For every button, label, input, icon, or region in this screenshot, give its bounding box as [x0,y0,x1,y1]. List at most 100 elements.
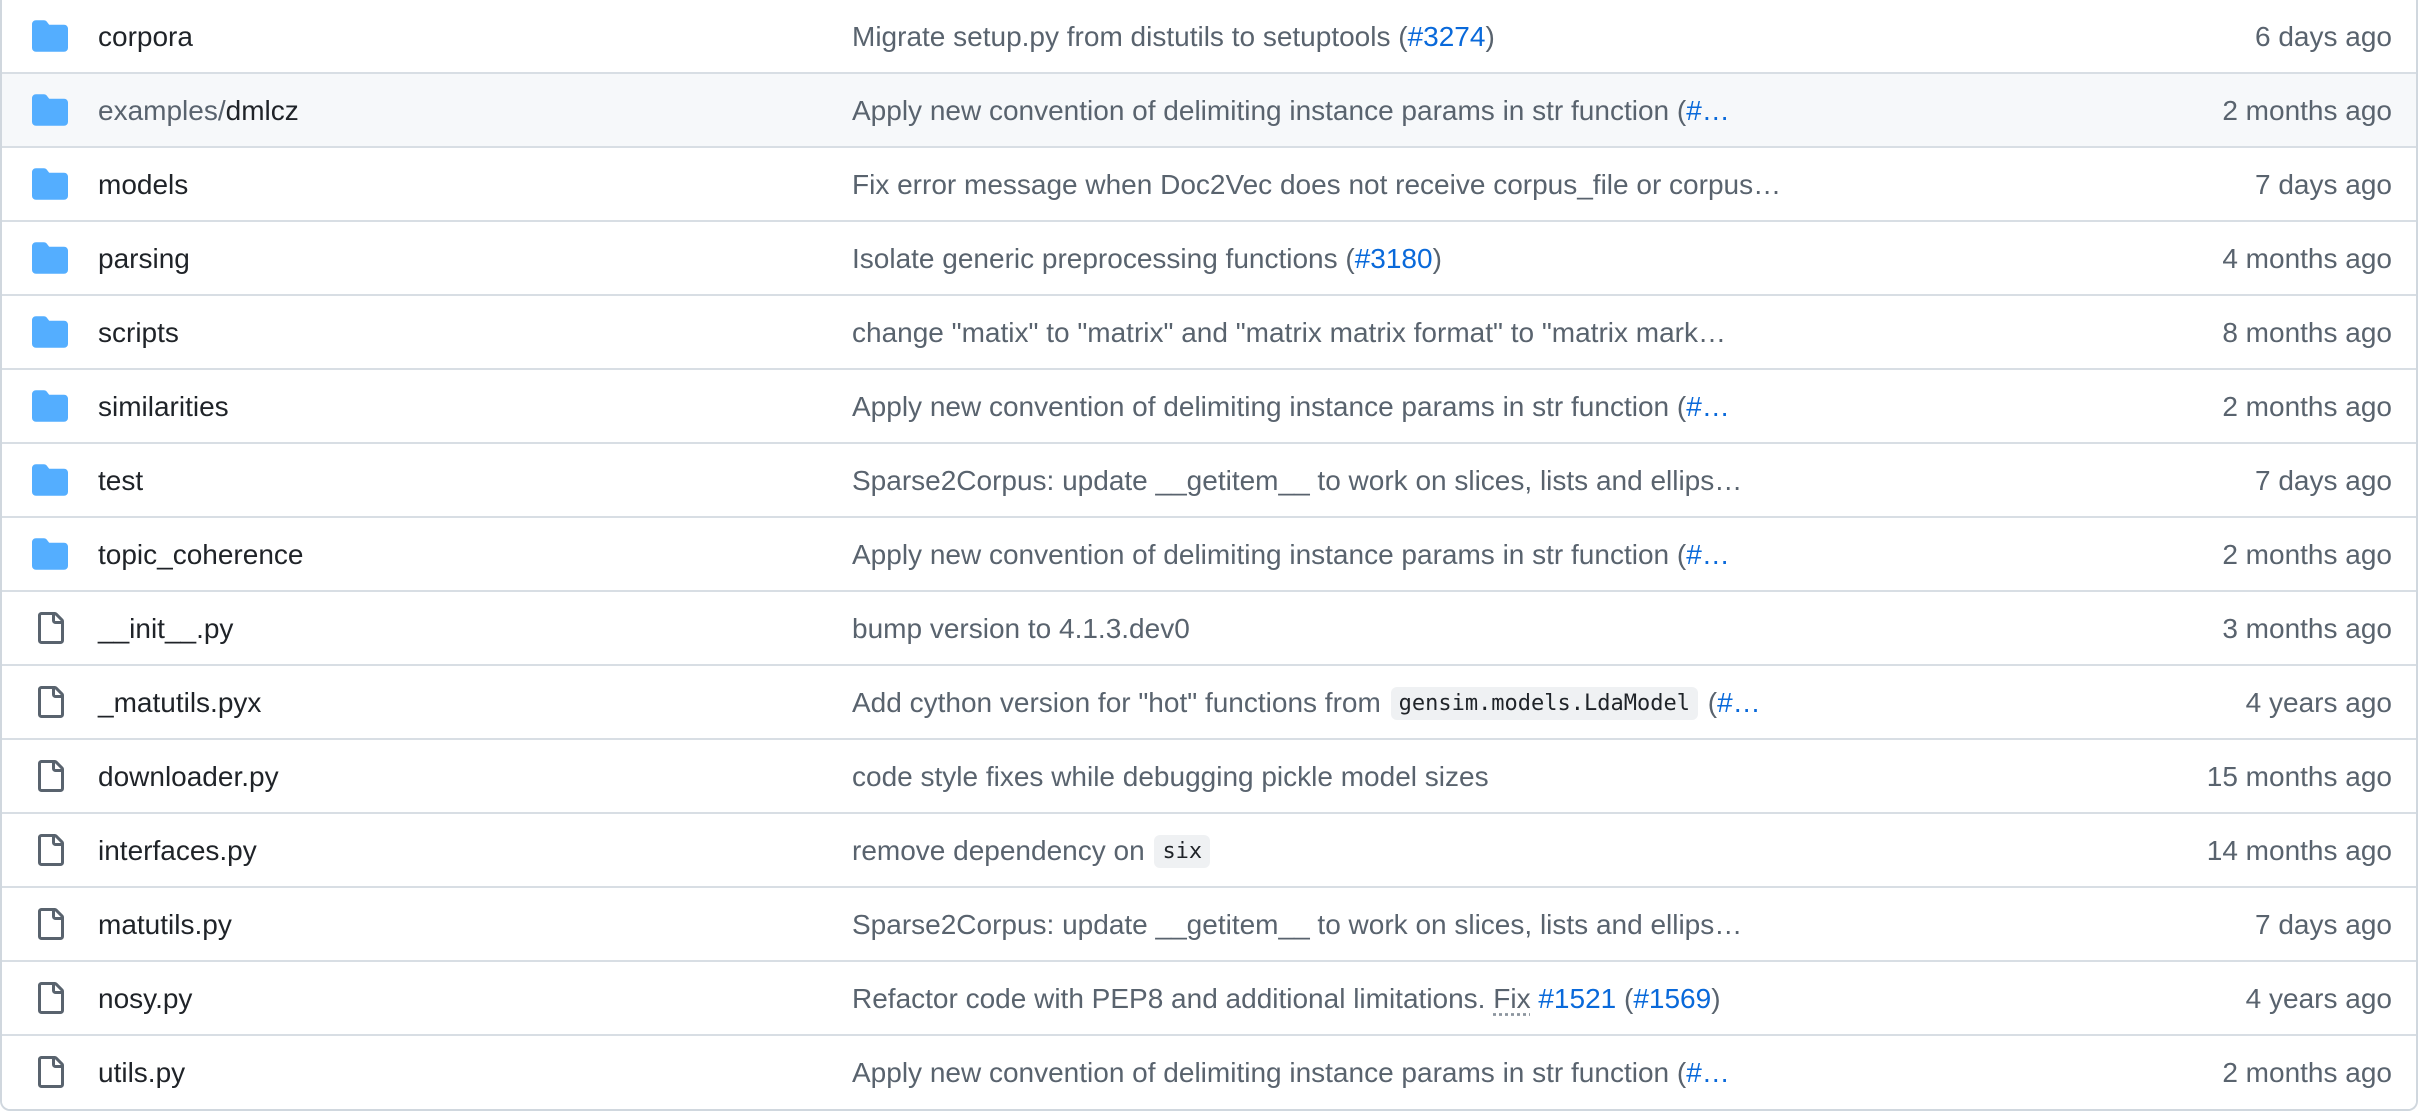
commit-message-text: Apply new convention of delimiting insta… [852,1057,1687,1088]
file-list-table: corpora Migrate setup.py from distutils … [0,0,2418,1111]
folder-icon [32,390,68,422]
folder-icon [32,316,68,348]
commit-age: 4 months ago [2222,243,2392,274]
commit-message-text: Isolate generic preprocessing functions … [852,243,1355,274]
file-row-topic-coherence[interactable]: topic_coherence Apply new convention of … [2,518,2416,592]
commit-message-link[interactable]: Fix error message when Doc2Vec does not … [852,169,1781,201]
commit-age: 4 years ago [2245,983,2392,1014]
commit-message-text: ( [1616,983,1634,1014]
file-icon [32,834,68,866]
commit-message-text: Apply new convention of delimiting insta… [852,539,1687,570]
folder-icon [32,538,68,570]
inline-code: gensim.models.LdaModel [1390,687,1698,720]
file-icon [32,612,68,644]
folder-icon [32,242,68,274]
file-name-link[interactable]: corpora [98,21,193,53]
pull-request-link[interactable]: #… [1686,539,1730,570]
file-name-link[interactable]: examples/dmlcz [98,95,299,127]
commit-age: 7 days ago [2255,169,2392,200]
commit-message-link[interactable]: Sparse2Corpus: update __getitem__ to wor… [852,465,1742,497]
folder-icon [32,464,68,496]
file-row-parsing[interactable]: parsing Isolate generic preprocessing fu… [2,222,2416,296]
commit-message-text: Add cython version for "hot" functions f… [852,687,1389,718]
file-row-examples-dmlcz[interactable]: examples/dmlcz Apply new convention of d… [2,74,2416,148]
file-icon [32,760,68,792]
file-row-scripts[interactable]: scripts change "matix" to "matrix" and "… [2,296,2416,370]
commit-message-link[interactable]: code style fixes while debugging pickle … [852,761,1489,793]
file-name-link[interactable]: scripts [98,317,179,349]
commit-message-text: bump version to 4.1.3.dev0 [852,613,1190,644]
pull-request-link[interactable]: #3274 [1408,21,1486,52]
issue-link[interactable]: #1521 [1538,983,1616,1014]
commit-message-text: change "matix" to "matrix" and "matrix m… [852,317,1727,348]
file-row-test[interactable]: test Sparse2Corpus: update __getitem__ t… [2,444,2416,518]
commit-message-link[interactable]: bump version to 4.1.3.dev0 [852,613,1190,645]
commit-age: 7 days ago [2255,465,2392,496]
file-name-link[interactable]: nosy.py [98,983,192,1015]
commit-message-link[interactable]: Refactor code with PEP8 and additional l… [852,983,1721,1015]
folder-icon [32,20,68,52]
file-name-link[interactable]: utils.py [98,1057,185,1089]
pull-request-link[interactable]: #1569 [1633,983,1711,1014]
file-icon [32,982,68,1014]
file-icon [32,686,68,718]
commit-age: 2 months ago [2222,1057,2392,1088]
file-name-link[interactable]: parsing [98,243,190,275]
file-row-corpora[interactable]: corpora Migrate setup.py from distutils … [2,0,2416,74]
commit-age: 8 months ago [2222,317,2392,348]
file-row-similarities[interactable]: similarities Apply new convention of del… [2,370,2416,444]
file-row-models[interactable]: models Fix error message when Doc2Vec do… [2,148,2416,222]
file-icon [32,1056,68,1088]
file-row-utils-py[interactable]: utils.py Apply new convention of delimit… [2,1036,2416,1109]
file-name-link[interactable]: __init__.py [98,613,233,645]
commit-message-link[interactable]: Add cython version for "hot" functions f… [852,687,1761,722]
commit-message-link[interactable]: Isolate generic preprocessing functions … [852,243,1442,275]
commit-message-text: Fix error message when Doc2Vec does not … [852,169,1782,200]
commit-message-link[interactable]: Apply new convention of delimiting insta… [852,391,1730,423]
pull-request-link[interactable]: #3180 [1355,243,1433,274]
commit-message-text: Migrate setup.py from distutils to setup… [852,21,1408,52]
file-row-matutils-py[interactable]: matutils.py Sparse2Corpus: update __geti… [2,888,2416,962]
commit-message-link[interactable]: Apply new convention of delimiting insta… [852,1057,1730,1089]
pull-request-link[interactable]: #… [1686,1057,1730,1088]
file-name-link[interactable]: similarities [98,391,229,423]
commit-message-text: Refactor code with PEP8 and additional l… [852,983,1494,1014]
closing-keyword: Fix [1493,983,1531,1014]
file-name-link[interactable]: test [98,465,143,497]
commit-age: 6 days ago [2255,21,2392,52]
file-name-link[interactable]: matutils.py [98,909,232,941]
commit-message-text: remove dependency on [852,835,1153,866]
commit-age: 2 months ago [2222,539,2392,570]
commit-message-link[interactable]: change "matix" to "matrix" and "matrix m… [852,317,1726,349]
commit-message-text: ( [1700,687,1718,718]
inline-code: six [1154,835,1211,868]
pull-request-link[interactable]: #… [1717,687,1761,718]
commit-age: 4 years ago [2245,687,2392,718]
file-name-link[interactable]: _matutils.pyx [98,687,261,719]
file-row-interfaces-py[interactable]: interfaces.py remove dependency on six 1… [2,814,2416,888]
commit-message-text: Apply new convention of delimiting insta… [852,95,1687,126]
file-name-link[interactable]: downloader.py [98,761,279,793]
file-name-link[interactable]: topic_coherence [98,539,303,571]
commit-message-link[interactable]: Migrate setup.py from distutils to setup… [852,21,1495,53]
file-row-matutils-pyx[interactable]: _matutils.pyx Add cython version for "ho… [2,666,2416,740]
commit-message-link[interactable]: Apply new convention of delimiting insta… [852,95,1730,127]
file-row-nosy-py[interactable]: nosy.py Refactor code with PEP8 and addi… [2,962,2416,1036]
commit-message-link[interactable]: Sparse2Corpus: update __getitem__ to wor… [852,909,1742,941]
pull-request-link[interactable]: #… [1686,391,1730,422]
file-icon [32,908,68,940]
file-row-downloader-py[interactable]: downloader.py code style fixes while deb… [2,740,2416,814]
commit-message-text: ) [1432,243,1442,274]
commit-message-link[interactable]: Apply new convention of delimiting insta… [852,539,1730,571]
commit-message-text: Sparse2Corpus: update __getitem__ to wor… [852,465,1743,496]
file-name-link[interactable]: models [98,169,188,201]
commit-age: 7 days ago [2255,909,2392,940]
file-row-init-py[interactable]: __init__.py bump version to 4.1.3.dev0 3… [2,592,2416,666]
commit-age: 2 months ago [2222,95,2392,126]
commit-message-link[interactable]: remove dependency on six [852,835,1212,870]
file-name-link[interactable]: interfaces.py [98,835,257,867]
pull-request-link[interactable]: #… [1686,95,1730,126]
path-prefix: examples/ [98,95,226,126]
folder-icon [32,168,68,200]
commit-message-text: ) [1711,983,1721,1014]
